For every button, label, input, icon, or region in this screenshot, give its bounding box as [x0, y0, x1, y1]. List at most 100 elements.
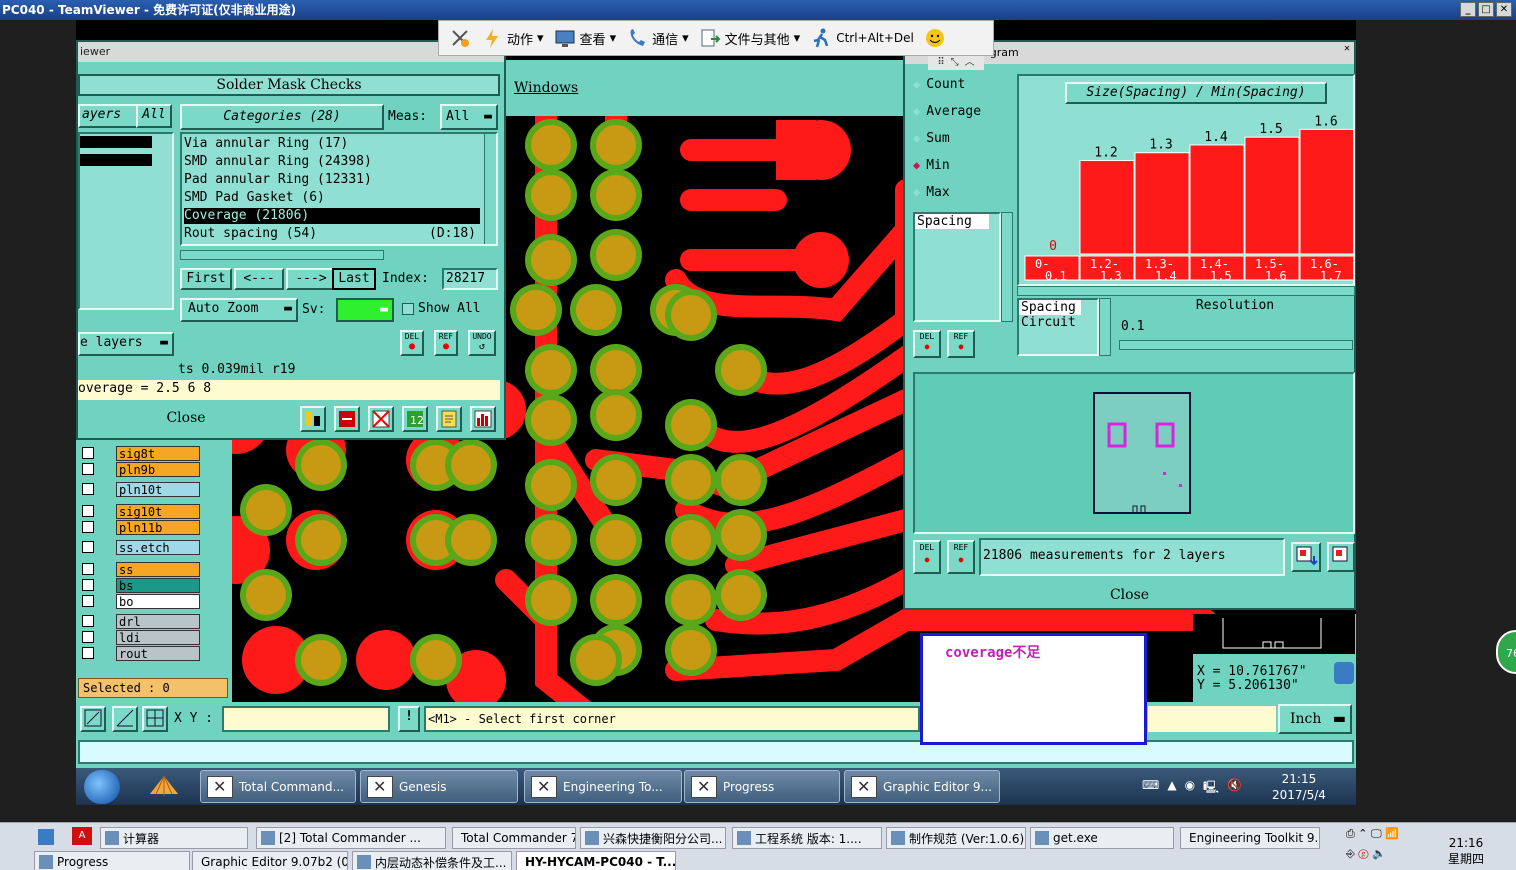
- stat-option[interactable]: ◆ Sum: [913, 128, 950, 148]
- pad[interactable]: [451, 520, 491, 560]
- first-button[interactable]: First: [180, 268, 232, 290]
- pad[interactable]: [671, 295, 711, 335]
- layer-name[interactable]: drl: [116, 614, 200, 629]
- category-row[interactable]: Pad annular Ring (12331): [184, 172, 480, 188]
- layer-row[interactable]: pln9b: [82, 462, 200, 477]
- pad[interactable]: [721, 515, 761, 555]
- printer-icon[interactable]: ⎙ ⌃ 🖵 📶: [1346, 827, 1399, 841]
- layers-list[interactable]: [78, 132, 174, 310]
- pad[interactable]: [596, 125, 636, 165]
- histogram-bar[interactable]: [1299, 128, 1353, 255]
- pad[interactable]: [531, 240, 571, 280]
- pad[interactable]: [576, 640, 616, 680]
- pad[interactable]: [451, 445, 491, 485]
- layer-name[interactable]: ldi: [116, 630, 200, 645]
- local-task-button[interactable]: [2] Total Commander ...: [256, 827, 446, 849]
- stat-option[interactable]: ◆ Min: [913, 155, 950, 175]
- solder-close-button[interactable]: Close: [78, 404, 294, 434]
- histogram-bar[interactable]: [1134, 152, 1190, 255]
- remote-task-button[interactable]: Engineering To...: [524, 770, 682, 803]
- layer-row[interactable]: rout: [82, 646, 200, 661]
- pad[interactable]: [301, 640, 341, 680]
- layer-row[interactable]: ss.etch: [82, 540, 200, 555]
- network-icon[interactable]: 🖳: [1203, 778, 1219, 799]
- pad[interactable]: [416, 640, 456, 680]
- xy-input[interactable]: [222, 706, 390, 732]
- pad[interactable]: [516, 290, 556, 330]
- pad[interactable]: [531, 580, 571, 620]
- toolbar-close[interactable]: [449, 27, 471, 49]
- resolution-slider[interactable]: [1119, 340, 1353, 350]
- alert-icon[interactable]: !: [398, 706, 420, 732]
- pad[interactable]: [671, 580, 711, 620]
- histogram-bar[interactable]: [1079, 160, 1135, 255]
- grid-icon[interactable]: [142, 706, 168, 732]
- histogram-close-button[interactable]: Close: [905, 584, 1354, 608]
- local-task-button[interactable]: 制作规范 (Ver:1.0.6): [886, 827, 1026, 849]
- tray-expand-icon[interactable]: ▲: [1167, 778, 1176, 799]
- circuit-option[interactable]: Circuit: [1019, 315, 1097, 330]
- layer-checkbox[interactable]: [82, 615, 94, 627]
- windows-menu[interactable]: Windows: [514, 80, 578, 96]
- local-task-button[interactable]: 计算器: [100, 827, 248, 849]
- spacing-scrollbar[interactable]: [1001, 212, 1013, 322]
- local-task-button[interactable]: Engineering Toolkit 9....: [1180, 827, 1320, 849]
- pad[interactable]: [596, 350, 636, 390]
- local-task-button[interactable]: 工程系统 版本: 1....: [732, 827, 882, 849]
- keyboard-icon[interactable]: ⌨: [1142, 778, 1159, 799]
- layer-checkbox[interactable]: [82, 483, 94, 495]
- local-task-button[interactable]: Graphic Editor 9.07b2 (0...: [192, 851, 348, 870]
- number-tool-icon[interactable]: 12: [402, 406, 428, 432]
- spacing-item[interactable]: Spacing: [915, 214, 989, 229]
- minimize-button[interactable]: _: [1460, 2, 1476, 17]
- list-scrollbar[interactable]: [1099, 298, 1111, 356]
- local-task-button[interactable]: 兴森快捷衡阳分公司...: [580, 827, 726, 849]
- local-task-button[interactable]: Progress: [34, 851, 190, 870]
- layers-select[interactable]: e layers ▬: [78, 332, 174, 356]
- layer-checkbox[interactable]: [82, 631, 94, 643]
- layer-checkbox[interactable]: [82, 579, 94, 591]
- sv-color-select[interactable]: ▬: [336, 298, 394, 322]
- next-button[interactable]: --->: [286, 268, 336, 290]
- pad[interactable]: [596, 580, 636, 620]
- layer-row[interactable]: drl: [82, 614, 200, 629]
- volume-icon[interactable]: 🔇: [1227, 778, 1242, 799]
- categories-list[interactable]: Via annular Ring (17) SMD annular Ring (2…: [180, 132, 498, 246]
- toolbar-minimize-strip[interactable]: ⠿ ⤡ ︿: [928, 56, 984, 70]
- pad[interactable]: [671, 460, 711, 500]
- category-row[interactable]: Rout spacing (54) (D:18): [184, 226, 480, 242]
- layer-row[interactable]: pln11b: [82, 520, 200, 535]
- pad[interactable]: [531, 465, 571, 505]
- remote-task-button[interactable]: Progress: [684, 770, 840, 803]
- spacing-list[interactable]: Spacing: [913, 212, 1001, 322]
- layer-row[interactable]: bs: [82, 578, 200, 593]
- unit-select[interactable]: Inch ▬: [1278, 704, 1352, 734]
- show-all-checkbox[interactable]: [402, 303, 414, 315]
- ref-button[interactable]: REF ●: [434, 330, 458, 356]
- cad-button[interactable]: Ctrl+Alt+Del: [810, 27, 914, 49]
- layer-checkbox[interactable]: [82, 595, 94, 607]
- pad[interactable]: [596, 520, 636, 560]
- layers-all-button[interactable]: All: [136, 104, 172, 128]
- measure-icon[interactable]: [112, 706, 138, 732]
- teamviewer-tray-icon[interactable]: ◉: [1185, 778, 1195, 799]
- spacing-option[interactable]: Spacing: [1019, 300, 1081, 315]
- layer-name[interactable]: rout: [116, 646, 200, 661]
- pad[interactable]: [721, 575, 761, 615]
- remote-task-button[interactable]: Graphic Editor 9...: [844, 770, 1000, 803]
- pad[interactable]: [596, 175, 636, 215]
- layer-row[interactable]: pln10t: [82, 482, 200, 497]
- category-row[interactable]: Coverage (21806): [184, 208, 480, 224]
- local-task-button[interactable]: Total Commander 7.0 ...: [452, 827, 576, 849]
- pad[interactable]: [671, 630, 711, 670]
- layer-checkbox[interactable]: [82, 647, 94, 659]
- categories-button[interactable]: Categories (28): [180, 104, 384, 130]
- last-button[interactable]: Last: [332, 268, 376, 290]
- pad[interactable]: [246, 490, 286, 530]
- layer-name[interactable]: sig10t: [116, 504, 200, 519]
- layer-name[interactable]: bo: [116, 594, 200, 609]
- categories-hscrollbar[interactable]: [180, 250, 384, 260]
- local-task-button[interactable]: get.exe: [1030, 827, 1174, 849]
- close-button[interactable]: ✕: [1496, 2, 1512, 17]
- layer-checkbox[interactable]: [82, 563, 94, 575]
